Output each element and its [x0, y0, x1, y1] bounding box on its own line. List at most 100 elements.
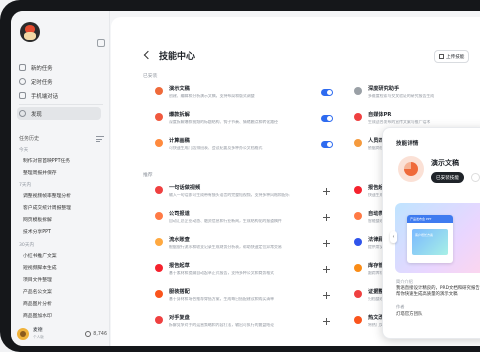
- skill-description: 可快速生成门店排班表、会议纪要及多种办公文档格式: [169, 146, 263, 150]
- skill-icon: [354, 186, 362, 194]
- phone-icon: [19, 92, 26, 99]
- skill-description: 拆解竞争对手的运营策略和内容打法，输出可执行的复盘结论: [169, 323, 275, 327]
- detail-heading: 技能详情: [396, 141, 419, 147]
- skill-card[interactable]: 深度研究助手多维度检索与交叉验证的研究报告生成: [354, 85, 480, 106]
- add-skill-icon[interactable]: [323, 240, 330, 247]
- skill-card[interactable]: 计算画稿 可快速生成门店排班表、会议纪要及多种办公文档格式: [155, 137, 317, 158]
- group-label: 今天: [19, 148, 29, 153]
- more-options-icon[interactable]: [471, 173, 480, 182]
- intro-label: 简介介绍: [396, 279, 413, 284]
- skill-description: 自动汇总企业动态、融资信息和行业新闻，生成结构化的报道稿件: [169, 219, 282, 223]
- clock-icon: [19, 78, 26, 85]
- skill-card[interactable]: 公司报道 自动汇总企业动态、融资信息和行业新闻，生成结构化的报道稿件: [155, 210, 317, 231]
- nav-scheduled-task[interactable]: 定时任务: [19, 75, 53, 88]
- group-label: 30天内: [19, 243, 35, 248]
- skill-text: 自媒体PR 生成适合发布的宣传文案与推广话术: [368, 111, 480, 125]
- add-skill-icon[interactable]: [323, 188, 330, 195]
- points-display[interactable]: 8,746: [85, 331, 107, 337]
- installed-button[interactable]: 已安装技能: [431, 172, 464, 183]
- add-skill-icon[interactable]: [323, 266, 330, 273]
- skill-text: 报告起草基于素材和提纲自动起草正式报告，支持多种公文和商务格式: [169, 262, 317, 276]
- skill-description: 生成适合发布的宣传文案与推广话术: [368, 120, 431, 124]
- task-item[interactable]: 商品图加水印: [23, 312, 52, 319]
- task-item[interactable]: 制作对冒首映PPT任务: [23, 157, 70, 164]
- task-item[interactable]: 小红书推广文案: [23, 252, 57, 259]
- task-item[interactable]: 技术分享PPT: [23, 228, 51, 235]
- edit-icon: [19, 64, 26, 71]
- task-item[interactable]: 产品名公文案: [23, 288, 52, 295]
- detail-skill-name: 演示文稿: [431, 159, 459, 167]
- skill-text: 公司报道 自动汇总企业动态、融资信息和行业新闻，生成结构化的报道稿件: [169, 210, 317, 224]
- skill-icon: [354, 238, 362, 246]
- skill-icon: [155, 87, 163, 95]
- enable-toggle[interactable]: [321, 89, 333, 96]
- preview-carousel[interactable]: 产品发布会 PPT 客户增长方案: [395, 203, 480, 273]
- skill-card[interactable]: 演示文稿 创建、编辑和分析演示文稿，支持布局和版式调整: [155, 85, 317, 106]
- upload-skill-button[interactable]: 上传技能: [434, 50, 470, 63]
- compass-icon: [19, 110, 26, 117]
- skill-icon: [354, 113, 362, 121]
- skill-icon: [398, 156, 424, 182]
- user-plan: 个人版: [33, 335, 44, 339]
- task-history-heading: 任务历史: [19, 136, 40, 142]
- task-item[interactable]: 短视频脚本生成: [23, 264, 57, 271]
- add-skill-icon[interactable]: [323, 318, 330, 325]
- skill-card[interactable]: 服装搭配 基于身材和场合推荐穿搭方案，生成每日搭配建议和购买清单: [155, 288, 317, 309]
- nav-discover[interactable]: 发现: [17, 107, 101, 120]
- enable-toggle[interactable]: [321, 141, 333, 148]
- preview-slide: 产品发布会 PPT 客户增长方案: [407, 215, 453, 263]
- skill-description: 根据银行流水和收支记录生成财务分析表，帮助快速定位异常交易: [169, 245, 282, 249]
- skill-name: 流水账查: [169, 237, 190, 243]
- skill-description: 深度拆解爆款视频的标题结构、钩子节奏、情绪触点和转化路径: [169, 120, 278, 124]
- skill-icon: [155, 264, 163, 272]
- skill-name: 报告起草: [169, 263, 190, 269]
- skill-icon: [354, 316, 362, 324]
- carousel-prev-icon[interactable]: ‹: [390, 231, 397, 243]
- task-item[interactable]: 调整视频帧率整理分析: [23, 192, 71, 199]
- author-value: 灯塔官方团队: [396, 312, 423, 317]
- user-profile[interactable]: 麦德 个人版 8,746: [17, 327, 107, 341]
- skill-card[interactable]: 报告起草基于素材和提纲自动起草正式报告，支持多种公文和商务格式: [155, 262, 317, 283]
- slide-body: 客户增长方案: [412, 229, 448, 255]
- add-skill-icon[interactable]: [323, 292, 330, 299]
- nav-new-task[interactable]: 新的任务: [19, 61, 53, 74]
- recommended-section-label: 推荐: [143, 173, 153, 178]
- skill-icon: [155, 290, 163, 298]
- enable-toggle[interactable]: [321, 115, 333, 122]
- add-skill-icon[interactable]: [323, 214, 330, 221]
- skill-name: 深度研究助手: [368, 86, 400, 92]
- task-item[interactable]: 客户成交统计周报整理: [23, 204, 71, 211]
- skill-icon: [155, 212, 163, 220]
- nav-mobile-chat[interactable]: 手机端对话: [19, 89, 58, 102]
- skill-card[interactable]: 对手复盘拆解竞争对手的运营策略和内容打法，输出可执行的复盘结论: [155, 314, 317, 335]
- filter-icon[interactable]: [96, 136, 104, 142]
- sidebar-collapse-icon[interactable]: [97, 39, 105, 47]
- skill-icon: [155, 186, 163, 194]
- skill-card[interactable]: 爆款拆解 深度拆解爆款视频的标题结构、钩子节奏、情绪触点和转化路径: [155, 111, 317, 132]
- back-arrow-icon[interactable]: [143, 50, 153, 60]
- task-item[interactable]: 网页模板拆解: [23, 216, 52, 223]
- coin-icon: [85, 331, 92, 337]
- upload-label: 上传技能: [446, 54, 465, 60]
- skill-icon: [155, 139, 163, 147]
- skill-description: 基于素材和提纲自动起草正式报告，支持多种公文和商务格式: [169, 271, 275, 275]
- upload-icon: [439, 54, 444, 59]
- skill-card[interactable]: 一句话做视频 输入一句话即可生成带有镜头语言的完整短视频，支持多种风格和配乐: [155, 184, 317, 205]
- skill-card[interactable]: 流水账查根据银行流水和收支记录生成财务分析表，帮助快速定位异常交易: [155, 236, 317, 257]
- skill-icon: [354, 212, 362, 220]
- skill-icon: [155, 316, 163, 324]
- task-item[interactable]: 商品图片分析: [23, 300, 52, 307]
- skill-text: 计算画稿 可快速生成门店排班表、会议纪要及多种办公文档格式: [169, 137, 317, 151]
- points-value: 8,746: [93, 331, 107, 337]
- user-name: 麦德: [33, 328, 43, 333]
- task-item[interactable]: 项目文件整理: [23, 276, 52, 283]
- skill-text: 对手复盘拆解竞争对手的运营策略和内容打法，输出可执行的复盘结论: [169, 314, 317, 328]
- task-item[interactable]: 整理周报并保存: [23, 169, 57, 176]
- slide-header: 产品发布会 PPT: [407, 215, 453, 223]
- skill-description: 多维度检索与交叉验证的研究报告生成: [368, 94, 435, 98]
- installed-section-label: 已安装: [143, 74, 158, 79]
- skill-icon: [155, 238, 163, 246]
- skill-icon: [155, 113, 163, 121]
- skill-text: 一句话做视频 输入一句话即可生成带有镜头语言的完整短视频，支持多种风格和配乐: [169, 184, 317, 198]
- skill-name: 对手复盘: [169, 315, 190, 321]
